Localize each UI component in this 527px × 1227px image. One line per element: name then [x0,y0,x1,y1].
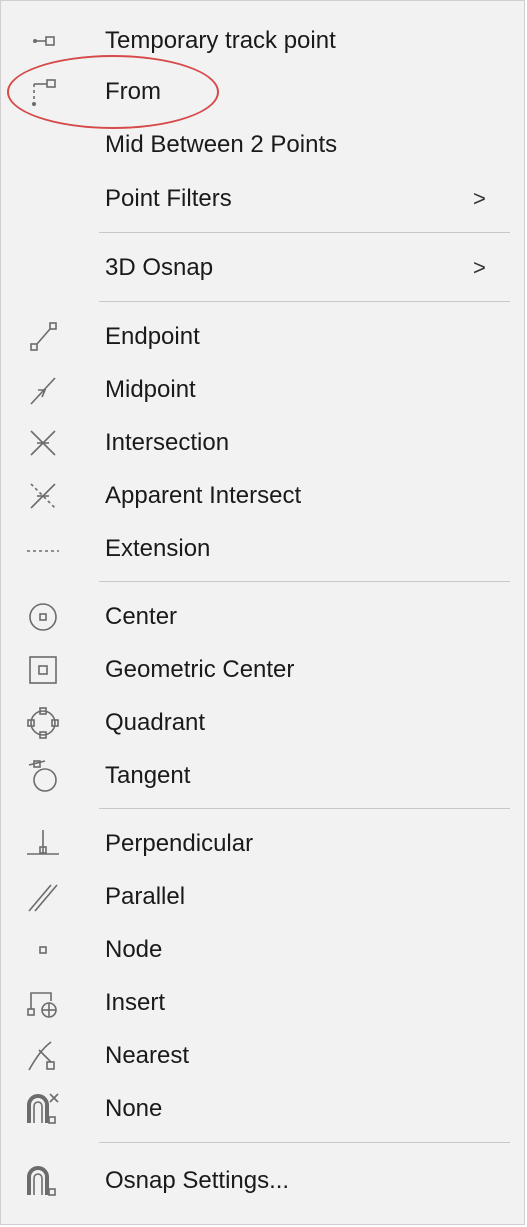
intersection-icon [23,423,63,463]
osnap-settings-icon [23,1161,63,1201]
apparent-intersect-icon [23,476,63,516]
menu-separator [99,808,510,809]
menu-item-label: Perpendicular [105,830,254,857]
menu-item-node[interactable]: Node [1,923,524,977]
menu-item-parallel[interactable]: Parallel [1,870,524,924]
menu-item-label: Extension [105,535,211,562]
midpoint-icon [23,370,63,410]
menu-item-label: Osnap Settings... [105,1167,290,1194]
center-icon [23,597,63,637]
node-icon [23,930,63,970]
menu-item-label: Insert [105,989,166,1016]
menu-item-point-filters[interactable]: Point Filters > [1,172,524,226]
menu-item-label: Geometric Center [105,656,295,683]
geometric-center-icon [23,650,63,690]
menu-item-extension[interactable]: Extension [1,522,524,576]
menu-item-label: Nearest [105,1042,190,1069]
menu-item-intersection[interactable]: Intersection [1,416,524,470]
menu-item-label: Apparent Intersect [105,482,302,509]
parallel-icon [23,877,63,917]
osnap-context-menu: Temporary track point From Mid Between 2… [0,0,525,1225]
submenu-arrow-icon: > [473,255,486,280]
temporary-track-point-icon [23,21,63,61]
menu-item-label: Midpoint [105,376,196,403]
menu-item-apparent-intersect[interactable]: Apparent Intersect [1,469,524,523]
menu-item-insert[interactable]: Insert [1,976,524,1030]
insert-icon [23,983,63,1023]
menu-item-endpoint[interactable]: Endpoint [1,310,524,364]
menu-item-midpoint[interactable]: Midpoint [1,363,524,417]
menu-separator [99,581,510,582]
menu-item-label: Quadrant [105,709,206,736]
menu-separator [99,1142,510,1143]
menu-item-label: Center [105,603,178,630]
tangent-icon [23,756,63,796]
menu-separator [99,301,510,302]
menu-item-label: Tangent [105,762,191,789]
endpoint-icon [23,317,63,357]
quadrant-icon [23,703,63,743]
menu-item-osnap-settings[interactable]: Osnap Settings... [1,1154,524,1208]
menu-item-label: Node [105,936,163,963]
menu-item-label: Mid Between 2 Points [105,131,338,158]
menu-item-tangent[interactable]: Tangent [1,749,524,803]
menu-item-label: Point Filters [105,185,232,212]
annotation-highlight-ellipse [7,55,219,129]
submenu-arrow-icon: > [473,186,486,211]
menu-item-quadrant[interactable]: Quadrant [1,696,524,750]
menu-item-center[interactable]: Center [1,590,524,644]
menu-item-none[interactable]: None [1,1082,524,1136]
extension-icon [23,529,63,569]
menu-item-nearest[interactable]: Nearest [1,1029,524,1083]
nearest-icon [23,1036,63,1076]
menu-item-label: None [105,1095,163,1122]
menu-item-label: Parallel [105,883,186,910]
menu-separator [99,232,510,233]
menu-item-label: Temporary track point [105,27,336,54]
none-icon [23,1089,63,1129]
perpendicular-icon [23,824,63,864]
menu-item-3d-osnap[interactable]: 3D Osnap > [1,241,524,295]
menu-item-perpendicular[interactable]: Perpendicular [1,817,524,871]
menu-item-label: Intersection [105,429,230,456]
menu-item-label: 3D Osnap [105,254,214,281]
menu-item-geometric-center[interactable]: Geometric Center [1,643,524,697]
menu-item-label: Endpoint [105,323,200,350]
